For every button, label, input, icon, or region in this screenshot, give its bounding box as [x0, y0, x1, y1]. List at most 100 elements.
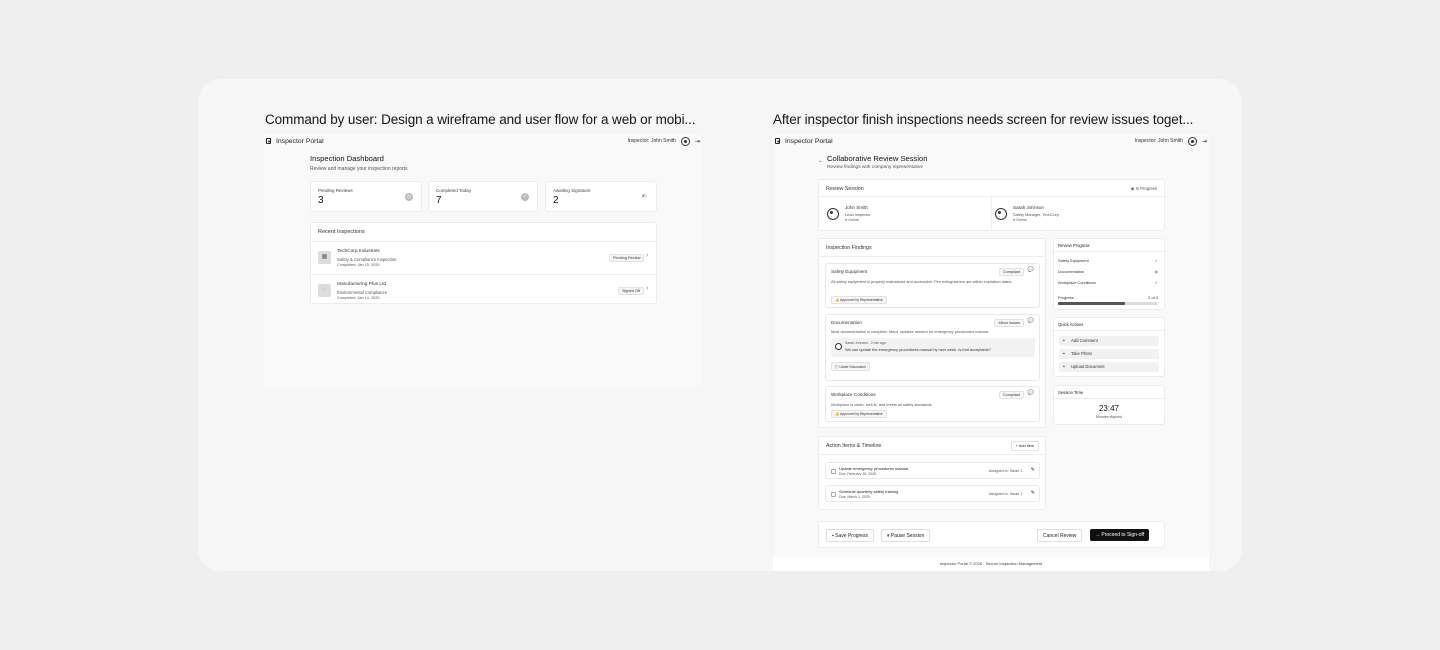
comment-icon[interactable]: 💬: [1028, 318, 1034, 324]
section-title: Review Progress: [1058, 243, 1090, 248]
chevron-right-icon[interactable]: ›: [646, 285, 648, 292]
progress-item-label: Documentation: [1058, 269, 1085, 274]
online-label: Online: [848, 218, 859, 222]
app-header: Inspector Portal Inspector: John Smith ⇥: [264, 134, 702, 148]
action-item[interactable]: Schedule quarterly safety training Due: …: [825, 485, 1040, 502]
progress-summary: Progress 2 of 3: [1058, 295, 1158, 300]
stat-label: Completed Today: [436, 188, 471, 193]
comment-box: Sarah Johnson · 2 min ago We can update …: [831, 338, 1035, 357]
comment-icon[interactable]: 💬: [1028, 267, 1034, 273]
finding-text: Most documentation is complete. Minor up…: [831, 329, 990, 334]
comment-author: Sarah Johnson · 2 min ago: [845, 341, 886, 345]
page-subtitle: Review findings with company representat…: [827, 165, 923, 170]
section-title: Inspection Findings: [826, 245, 872, 251]
comment-icon: ▪: [1063, 338, 1065, 344]
inspector-label: Inspector: John Smith: [627, 138, 676, 144]
participant-role: Safety Manager, TechCorp: [1013, 212, 1059, 217]
leaf-icon: ◌: [318, 284, 331, 297]
stat-label: Awaiting Signature: [553, 188, 591, 193]
discussion-tag: ⓘ Under Discussion: [831, 362, 870, 371]
quick-actions-card: Quick Actions ▪ Add Comment ▪ Take Photo ▪…: [1053, 317, 1165, 377]
approval-tag: 👍 Approved by Representative: [831, 410, 887, 418]
app-header: Inspector Portal Inspector: John Smith ⇥: [773, 134, 1209, 148]
status-badge: Compliant: [998, 391, 1024, 399]
action-items-card: Action Items & Timeline + Add Item Updat…: [818, 436, 1046, 510]
page-footer: Inspector Portal © 2025 - Secure Inspect…: [773, 557, 1209, 571]
finding-title: Documentation: [831, 320, 862, 325]
right-panel-title: After inspector finish inspections needs…: [773, 112, 1194, 127]
timer-label: Minutes elapsed: [1095, 415, 1123, 419]
button-label: Cancel Review: [1043, 532, 1077, 539]
avatar[interactable]: [1187, 136, 1197, 146]
action-checkbox[interactable]: [831, 492, 836, 497]
session-status-label: In Progress: [1135, 186, 1157, 191]
button-label: Add Item: [1018, 444, 1034, 448]
clock-icon: ◷: [405, 193, 413, 201]
proceed-signoff-button[interactable]: → Proceed to Sign-off: [1090, 529, 1150, 541]
company-name: TechCorp Industries: [337, 249, 380, 254]
divider: [1054, 251, 1164, 252]
inspection-row[interactable]: ▦ TechCorp Industries Safety & Complianc…: [311, 242, 656, 273]
add-item-button[interactable]: + Add Item: [1010, 441, 1039, 451]
brand-label: Inspector Portal: [785, 137, 833, 145]
discussion-label: Under Discussion: [839, 365, 866, 369]
left-panel-title: Command by user: Design a wireframe and …: [265, 112, 696, 127]
action-due: Due: February 15, 2025: [839, 472, 876, 476]
action-title: Update emergency procedures manual: [839, 466, 909, 471]
page-title: Collaborative Review Session: [827, 154, 928, 163]
participant-name: John Smith: [845, 205, 868, 210]
finding-title: Workplace Conditions: [831, 392, 876, 397]
pause-session-button[interactable]: ⏸ Pause Session: [881, 529, 931, 542]
stat-card-pending[interactable]: Pending Reviews 3 ◷: [310, 181, 422, 212]
action-assignee: Assigned to: Sarah J.: [988, 492, 1023, 496]
action-item[interactable]: Update emergency procedures manual Due: …: [825, 462, 1040, 479]
page-subtitle: Review and manage your inspection report…: [310, 166, 408, 172]
status-badge: Signed Off: [618, 287, 644, 295]
take-photo-button[interactable]: ▪ Take Photo: [1059, 349, 1159, 359]
divider: [819, 256, 1045, 257]
review-session-card: Review Session ◉ In Progress John Smith …: [818, 179, 1165, 231]
back-arrow-icon[interactable]: ←: [818, 158, 824, 164]
session-time-card: Session Time 23:47 Minutes elapsed: [1053, 385, 1165, 425]
status-badge: Minor Issues: [994, 319, 1024, 327]
finding-item[interactable]: Workplace Conditions Compliant 💬 Workpla…: [825, 386, 1040, 422]
action-title: Schedule quarterly safety training: [839, 489, 899, 494]
clipboard-icon: [266, 137, 271, 145]
comment-icon[interactable]: 💬: [1028, 390, 1034, 396]
review-screen: Inspector Portal Inspector: John Smith ⇥…: [773, 134, 1209, 571]
stat-value: 7: [436, 195, 442, 206]
review-progress-card: Review Progress Safety Equipment ✓ Docume…: [1053, 238, 1165, 310]
edit-icon[interactable]: ✎: [1031, 467, 1035, 473]
status-badge: Pending Review: [609, 254, 645, 262]
footer-actions-bar: ▪ Save Progress ⏸ Pause Session Cancel R…: [818, 521, 1165, 548]
avatar: [835, 343, 842, 350]
edit-icon[interactable]: ✎: [1031, 490, 1035, 496]
button-label: Add Comment: [1071, 338, 1098, 343]
upload-document-button[interactable]: ▪ Upload Document: [1059, 362, 1159, 372]
avatar[interactable]: [680, 136, 690, 146]
stat-value: 3: [318, 195, 324, 206]
cancel-review-button[interactable]: Cancel Review: [1037, 529, 1083, 542]
button-label: Proceed to Sign-off: [1101, 532, 1145, 538]
company-name: Manufacturing Plus Ltd: [337, 282, 387, 287]
action-checkbox[interactable]: [831, 469, 836, 474]
inspection-row[interactable]: ◌ Manufacturing Plus Ltd Environmental C…: [311, 275, 656, 305]
building-icon: ▦: [318, 251, 331, 264]
divider: [1054, 330, 1164, 331]
add-comment-button[interactable]: ▪ Add Comment: [1059, 336, 1159, 346]
logout-icon[interactable]: ⇥: [695, 138, 700, 145]
progress-value: 2 of 3: [1148, 295, 1158, 300]
check-icon: ✓: [1154, 258, 1158, 263]
avatar: [995, 208, 1007, 220]
finding-item[interactable]: Safety Equipment Compliant 💬 All safety …: [825, 263, 1040, 308]
completed-date: Completed: Jan 15, 2025: [337, 263, 380, 267]
clipboard-icon: [775, 137, 780, 145]
progress-item: Workplace Conditions ✓: [1058, 280, 1158, 285]
approval-tag: 👍 Approved by Representative: [831, 296, 887, 304]
save-progress-button[interactable]: ▪ Save Progress: [826, 529, 874, 542]
logout-icon[interactable]: ⇥: [1202, 138, 1207, 145]
finding-item[interactable]: Documentation Minor Issues 💬 Most docume…: [825, 314, 1040, 381]
stat-card-completed[interactable]: Completed Today 7 ✓: [428, 181, 538, 212]
stat-card-awaiting[interactable]: Awaiting Signature 2 ✍: [545, 181, 657, 212]
chevron-right-icon[interactable]: ›: [646, 252, 648, 259]
